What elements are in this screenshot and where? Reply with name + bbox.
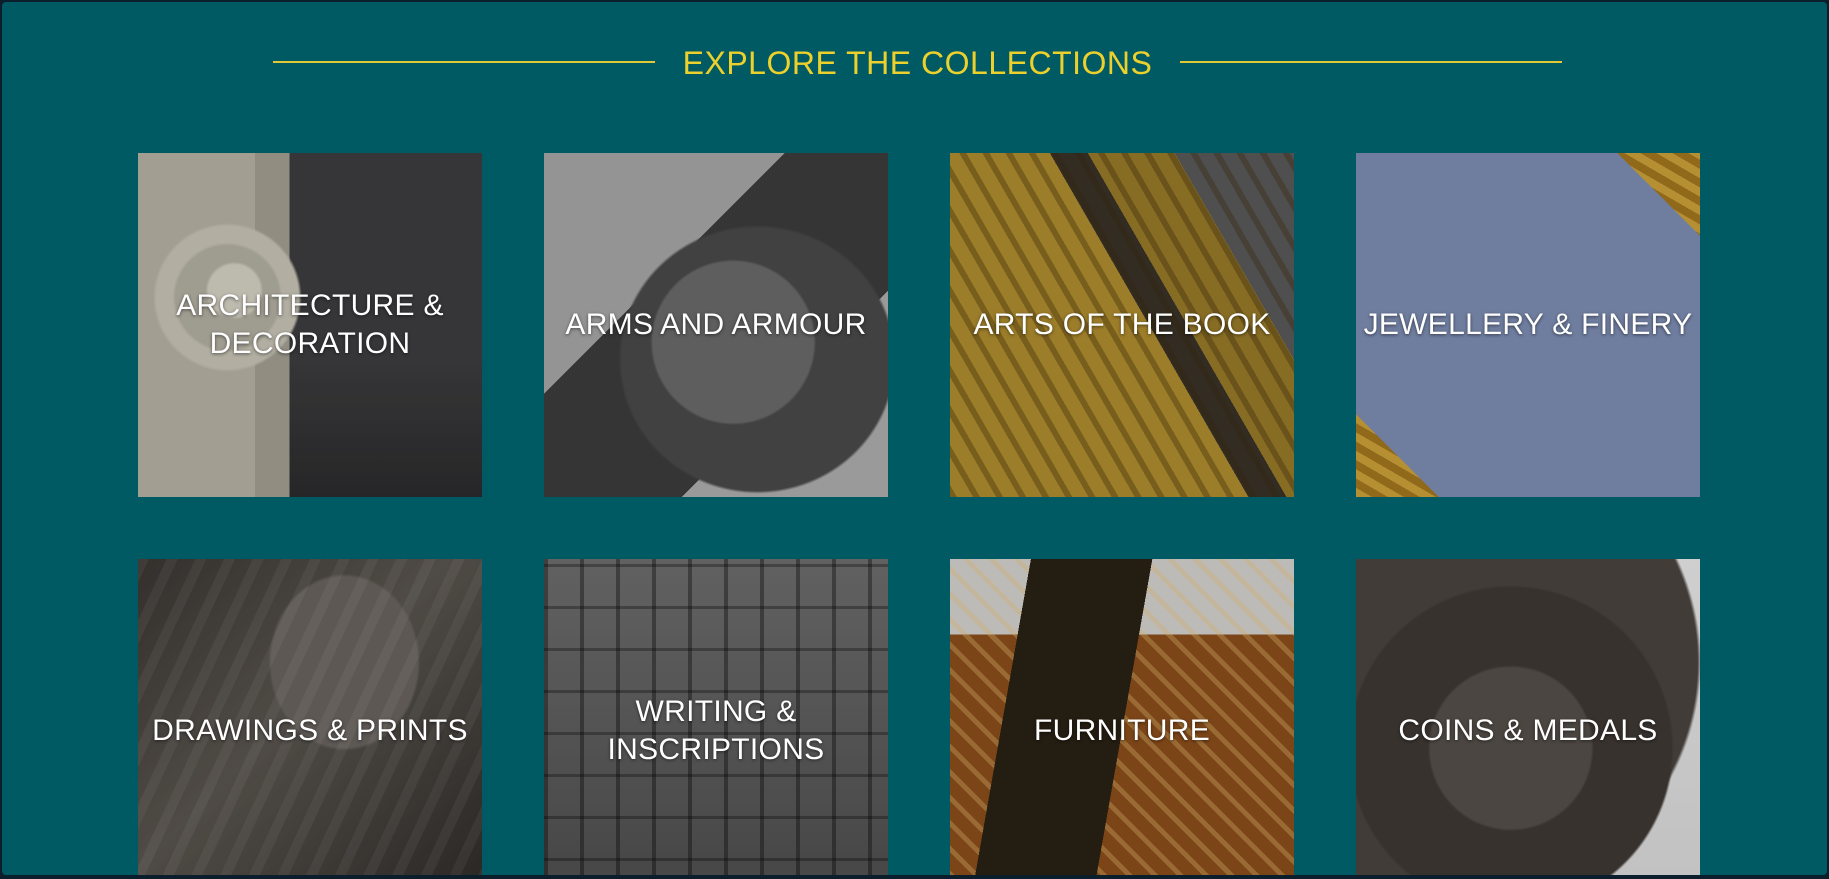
collection-label: FURNITURE <box>1033 714 1211 747</box>
collection-tile-architecture-decoration[interactable]: ARCHITECTURE & DECORATION <box>138 153 482 497</box>
collection-label: DRAWINGS & PRINTS <box>152 714 468 747</box>
collection-tile-arms-armour[interactable]: ARMS AND ARMOUR <box>544 153 888 497</box>
collection-tile-coins-medals[interactable]: COINS & MEDALS <box>1356 559 1700 875</box>
collection-tile-arts-of-the-book[interactable]: ARTS OF THE BOOK <box>950 153 1294 497</box>
collection-tile-drawings-prints[interactable]: DRAWINGS & PRINTS <box>138 559 482 875</box>
collection-label: ARMS AND ARMOUR <box>565 308 867 341</box>
header-rule-left <box>273 61 655 63</box>
collection-label: WRITING & INSCRIPTIONS <box>607 695 825 766</box>
collections-page: EXPLORE THE COLLECTIONS ARCHITECTURE & D… <box>2 2 1827 875</box>
section-header: EXPLORE THE COLLECTIONS <box>2 40 1827 88</box>
collection-tile-jewellery-finery[interactable]: JEWELLERY & FINERY <box>1356 153 1700 497</box>
collection-tile-furniture[interactable]: FURNITURE <box>950 559 1294 875</box>
collection-label: ARCHITECTURE & DECORATION <box>176 289 444 360</box>
header-rule-right <box>1180 61 1562 63</box>
section-title: EXPLORE THE COLLECTIONS <box>682 45 1153 81</box>
collection-label: ARTS OF THE BOOK <box>973 308 1271 341</box>
collection-label: JEWELLERY & FINERY <box>1363 308 1693 341</box>
collection-label: COINS & MEDALS <box>1398 714 1658 747</box>
collection-tile-writing-inscriptions[interactable]: WRITING & INSCRIPTIONS <box>544 559 888 875</box>
